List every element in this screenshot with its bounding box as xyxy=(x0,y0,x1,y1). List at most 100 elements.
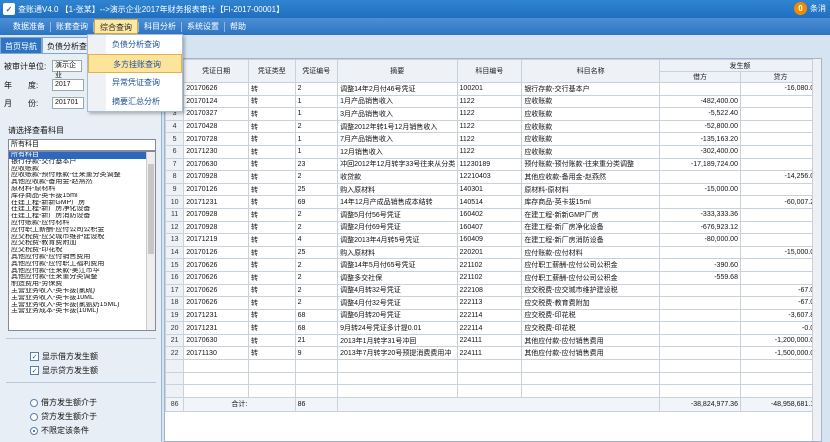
header-summary[interactable]: 摘要 xyxy=(337,59,458,83)
show-debit-checkbox[interactable]: ✓ 显示借方发生额 xyxy=(30,351,98,362)
tab-liability-analysis[interactable]: 负债分析查 xyxy=(42,37,92,54)
dd-liability-analysis[interactable]: 负债分析查询 xyxy=(88,35,182,54)
subject-combo[interactable]: 所有科目 xyxy=(8,139,156,151)
cell-code: 1122 xyxy=(456,119,523,134)
table-row[interactable]: 3 20170327 转 1 3月产品销售收入 1122 应收账款 -5,522.40 xyxy=(165,107,821,121)
empty-cell xyxy=(294,384,339,398)
empty-cell xyxy=(739,384,821,398)
table-row[interactable]: 15 20170626 转 2 调整14年5月付65号凭证 221102 应付职工薪酬-应付… xyxy=(165,258,821,272)
table-row[interactable]: 8 20170928 转 2 收贷款 12210403 其他应收款-备用金-赵燕然 -14,2… xyxy=(165,170,821,184)
subject-list-item[interactable]: 在建工程-新新GMP厂房 xyxy=(9,200,155,207)
subject-list[interactable]: 所有科目 银行存款-交行基本户 应收账款 应收账款-预付账款-往来重分类调整 其他应收款… xyxy=(8,151,156,331)
cell-credit xyxy=(739,182,821,197)
subject-list-item[interactable]: 应交税费-应交城市维护建设税 xyxy=(9,234,155,241)
subject-list-item[interactable]: 应交税费-教育费附加 xyxy=(9,240,155,247)
table-row[interactable]: 7 20170630 转 23 冲回2012年12月转字33号往来从分类 11230189… xyxy=(165,157,821,172)
subject-list-item[interactable]: 银行存款-交行基本户 xyxy=(9,159,155,166)
subject-list-item[interactable]: 应付职工薪酬-应付公司公积金 xyxy=(9,227,155,234)
year-field[interactable]: 2017 xyxy=(52,79,84,91)
table-row[interactable]: 21 20170630 转 21 2013年1月转字31号冲回 224111 其他应付款-应… xyxy=(165,333,821,348)
cell-code: 160407 xyxy=(456,220,523,235)
menu-account-query[interactable]: 账套查询 xyxy=(51,19,93,34)
table-row[interactable]: 120170626转2调整14年2月付46号凭证100201银行存款-交行基本户… xyxy=(165,82,821,96)
subject-list-item[interactable]: 制造费用-劳保费 xyxy=(9,281,155,288)
subject-list-item[interactable]: 库存商品-英卡拔15ml xyxy=(9,193,155,200)
header-subject-name[interactable]: 科目名称 xyxy=(521,59,660,83)
header-voucher-type[interactable]: 凭证类型 xyxy=(248,59,296,83)
subject-list-item[interactable]: 应付账款-应付材料 xyxy=(9,220,155,227)
table-row[interactable]: 19 20171231 转 68 调整6月转20号凭证 222114 应交税费-印花税 -3,… xyxy=(165,308,821,323)
table-row[interactable]: 220170124转11月产品销售收入1122应收账款-482,400.00 xyxy=(165,94,821,109)
empty-cell xyxy=(337,384,458,398)
menu-comprehensive-query[interactable]: 综合查询 xyxy=(94,19,138,34)
cell-no: 2 xyxy=(294,283,339,298)
radio-debit-range[interactable]: 借方发生额介于 xyxy=(30,397,97,408)
cell-no: 1 xyxy=(294,94,339,109)
table-row[interactable]: 12 20170928 转 2 调整2月付69号凭证 160407 在建工程-新厂房净化设备… xyxy=(165,220,821,235)
cell-summary: 收贷款 xyxy=(337,170,458,184)
subject-list-item[interactable]: 在建工程-新厂房消防设备 xyxy=(9,213,155,220)
tab-home[interactable]: 首页导航 xyxy=(0,37,42,54)
radio-credit-range[interactable]: 贷方发生额介于 xyxy=(30,411,97,422)
unit-field[interactable]: 演示企业 xyxy=(52,60,82,79)
row-index: 20 xyxy=(165,321,185,335)
subject-list-item[interactable]: 应交税费-印花税 xyxy=(9,247,155,254)
cell-summary: 调整14年2月付46号凭证 xyxy=(337,82,458,96)
table-row[interactable]: 6 20171230 转 1 12月销售收入 1122 应收账款 -302,400.00 xyxy=(165,144,821,159)
subject-list-item[interactable]: 其他应付款-往来款-吴江市华 xyxy=(9,268,155,275)
subject-list-item[interactable]: 其他应付款-应付销售费用 xyxy=(9,254,155,261)
table-row[interactable]: 17 20170626 转 2 调整4月转32号凭证 222108 应交税费-应交城市维护建… xyxy=(165,283,821,298)
table-row[interactable]: 10 20171231 转 69 14年12月产成品销售成本结转 140514 库存商品-英… xyxy=(165,195,821,209)
cell-code: 160409 xyxy=(456,233,523,247)
cell-date: 20170626 xyxy=(183,82,249,96)
subject-list-item[interactable]: 应收账款 xyxy=(9,166,155,173)
table-row[interactable]: 13 20171219 转 4 调整2013年4月转5号凭证 160409 在建工程-新厂房… xyxy=(165,233,821,247)
table-row[interactable]: 18 20170626 转 2 调整4月付32号凭证 222113 应交税费-教育费附加 -6… xyxy=(165,296,821,310)
header-subject-code[interactable]: 科目编号 xyxy=(456,59,523,83)
empty-cell xyxy=(183,359,249,373)
menu-data-prep[interactable]: 数据准备 xyxy=(8,19,50,34)
cell-code: 140514 xyxy=(456,195,523,209)
header-credit[interactable]: 贷方 xyxy=(739,71,821,83)
grid-scrollbar[interactable] xyxy=(812,59,821,441)
dd-abnormal-voucher-query[interactable]: 异常凭证查询 xyxy=(88,73,182,92)
subject-list-item[interactable]: 主营业务收入-英卡拔10ML xyxy=(9,295,155,302)
table-row[interactable]: 20 20171231 转 68 9月转24号凭证多计提0.01 222114 应交税费-印… xyxy=(165,321,821,335)
table-row[interactable]: 22 20171130 转 9 2013年7月转字20号预提消费费用冲 224111 其他应… xyxy=(165,346,821,361)
table-row[interactable]: 9 20170126 转 25 购入原材料 140301 原材料-原材料 -15,000.00 xyxy=(165,182,821,197)
subject-list-item[interactable]: 应收账款-预付账款-往来重分类调整 xyxy=(9,172,155,179)
empty-cell xyxy=(521,384,660,398)
row-index: 19 xyxy=(165,308,185,323)
table-row[interactable]: 4 20170428 转 2 调整2012年转1号12月销售收入 1122 应收账款 -52,… xyxy=(165,119,821,134)
dd-summary-analysis[interactable]: 摘要汇总分析 xyxy=(88,92,182,111)
show-credit-checkbox[interactable]: ✓ 显示贷方发生额 xyxy=(30,365,98,376)
subject-list-item[interactable]: 主营业务收入-英卡拔(氯硫) xyxy=(9,288,155,295)
cell-summary: 1月产品销售收入 xyxy=(337,94,458,109)
menu-system-settings[interactable]: 系统设置 xyxy=(182,19,224,34)
cell-debit xyxy=(658,245,741,260)
radio-no-limit[interactable]: 不限定该条件 xyxy=(30,425,89,436)
subject-list-item[interactable]: 原材料-原材料 xyxy=(9,186,155,193)
table-row[interactable]: 5 20170728 转 1 7月产品销售收入 1122 应收账款 -135,163.20 xyxy=(165,132,821,146)
menu-subject-analysis[interactable]: 科目分析 xyxy=(139,19,181,34)
subject-list-scrollbar[interactable] xyxy=(146,152,155,330)
header-voucher-date[interactable]: 凭证日期 xyxy=(183,59,249,83)
table-row[interactable]: 11 20170928 转 2 调整5月付56号凭证 160402 在建工程-新新GMP厂房… xyxy=(165,207,821,222)
dd-multi-party-query[interactable]: 多方挂账查询 xyxy=(88,54,182,73)
menu-help[interactable]: 帮助 xyxy=(225,19,251,34)
subject-list-item[interactable]: 在建工程-新厂房净化设备 xyxy=(9,206,155,213)
notification-area[interactable]: 0 条消 xyxy=(794,2,826,15)
subject-list-item[interactable]: 主营业务成本-英卡拔(10ML) xyxy=(9,308,155,315)
table-row[interactable]: 16 20170626 转 2 调整多交社保 221102 应付职工薪酬-应付公司公积金 -5… xyxy=(165,270,821,285)
header-debit[interactable]: 借方 xyxy=(658,71,741,83)
cell-date: 20170124 xyxy=(183,94,249,109)
table-row[interactable]: 14 20170126 转 25 购入原材料 220201 应付账款-应付材料 -15,000… xyxy=(165,245,821,260)
header-voucher-no[interactable]: 凭证编号 xyxy=(294,59,339,83)
subject-list-item[interactable]: 其他应收款-备用金-赵燕然 xyxy=(9,179,155,186)
subject-list-item[interactable]: 主营业务收入-英卡拔(氯氨奶15ML) xyxy=(9,302,155,309)
subject-list-item[interactable]: 所有科目 xyxy=(9,152,155,159)
subject-list-item[interactable]: 其他应付款-应付职工福利费用 xyxy=(9,261,155,268)
month-row: 月 份: 201701 xyxy=(4,97,84,109)
subject-list-item[interactable]: 其他应付款-往来重分类调整 xyxy=(9,274,155,281)
month-field[interactable]: 201701 xyxy=(52,97,84,109)
